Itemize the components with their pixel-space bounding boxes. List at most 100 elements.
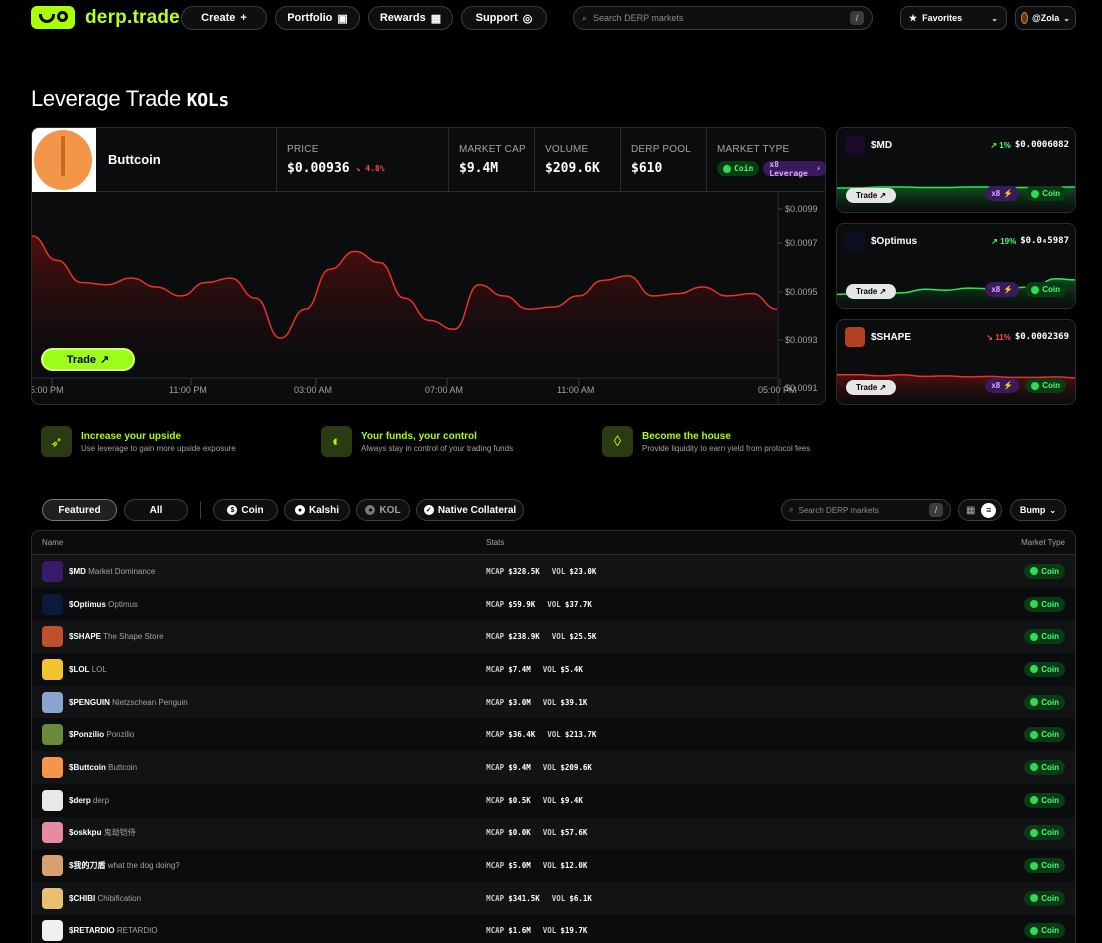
table-row[interactable]: $Buttcoin Buttcoin MCAP $9.4M VOL $209.6K Coi… bbox=[32, 751, 1075, 784]
row-type-cell: Coin bbox=[985, 563, 1075, 579]
search-input[interactable]: ⌕ Search DERP markets / bbox=[573, 6, 873, 30]
feature-house: ◊ Become the house Provide liquidity to … bbox=[602, 426, 810, 457]
filter-kol[interactable]: ● KOL bbox=[356, 499, 410, 521]
grid-view-icon[interactable]: ▦ bbox=[964, 503, 978, 517]
side-market-card[interactable]: $Optimus ↗ 19% $0.0₄5987 Trade ↗ x8 ⚡ Coin bbox=[836, 223, 1076, 309]
portfolio-button[interactable]: Portfolio ▣ bbox=[275, 6, 360, 30]
table-row[interactable]: $PENGUIN Nietzschean Penguin MCAP $3.0M VOL… bbox=[32, 685, 1075, 719]
coin-icon bbox=[1030, 894, 1039, 903]
y-tick-label: $0.0095 bbox=[785, 287, 818, 297]
coin-badge: Coin bbox=[1025, 282, 1066, 297]
user-menu[interactable]: @Zola ⌄ bbox=[1015, 6, 1076, 30]
mcap-key: MCAP bbox=[486, 730, 505, 740]
coin-badge-label: Coin bbox=[1041, 926, 1059, 936]
trade-button[interactable]: Trade ↗ bbox=[846, 380, 896, 395]
drop-icon: ◊ bbox=[602, 426, 633, 457]
coin-badge-label: Coin bbox=[1041, 697, 1059, 707]
table-row[interactable]: $MD Market Dominance MCAP $328.5K VOL $23.0K… bbox=[32, 555, 1075, 588]
row-stats-cell: MCAP $7.4M VOL $5.4K bbox=[486, 665, 985, 674]
search-icon: ⌕ bbox=[582, 12, 588, 23]
side-market-card[interactable]: $MD ↗ 1% $0.0006082 Trade ↗ x8 ⚡ Coin bbox=[836, 127, 1076, 213]
lightning-icon: ⚡ bbox=[816, 164, 821, 173]
row-type-cell: Coin bbox=[985, 596, 1075, 612]
pool-label: DERP POOL bbox=[631, 144, 691, 155]
market-full-name: Market Dominance bbox=[88, 566, 156, 576]
mcap-key: MCAP bbox=[486, 795, 505, 805]
row-type-cell: Coin bbox=[985, 858, 1075, 874]
filter-kalshi-label: Kalshi bbox=[308, 504, 339, 516]
rocket-icon: ➶ bbox=[41, 426, 72, 457]
mcap-key: MCAP bbox=[486, 828, 505, 838]
coin-badge: Coin bbox=[1024, 596, 1065, 612]
vol-key: VOL bbox=[542, 861, 557, 871]
coin-badge: Coin bbox=[1024, 825, 1065, 841]
trade-button[interactable]: Trade ↗ bbox=[846, 188, 896, 203]
coin-icon bbox=[1031, 381, 1040, 390]
table-row[interactable]: $LOL LOL MCAP $7.4M VOL $5.4K Coin bbox=[32, 653, 1075, 686]
vol-value: $12.0K bbox=[560, 861, 588, 871]
table-row[interactable]: $RETARDIO RETARDIO MCAP $1.6M VOL $19.7K Coin bbox=[32, 915, 1075, 943]
coin-icon bbox=[1030, 796, 1039, 805]
vol-key: VOL bbox=[542, 795, 557, 805]
featured-market-header: Buttcoin PRICE $0.00936 ↘ 4.8% MARKET CAP… bbox=[32, 128, 825, 192]
vol-key: VOL bbox=[542, 697, 557, 707]
feature-subtitle: Always stay in control of your trading f… bbox=[361, 443, 514, 453]
table-row[interactable]: $SHAPE The Shape Store MCAP $238.9K VOL $25.… bbox=[32, 620, 1075, 654]
table-row[interactable]: $Optimus Optimus MCAP $59.9K VOL $37.7K Coin bbox=[32, 588, 1075, 621]
leverage-badge: x8 Leverage ⚡ bbox=[763, 160, 825, 178]
coin-badge-label: Coin bbox=[1042, 189, 1060, 198]
market-image bbox=[845, 327, 865, 347]
table-row[interactable]: $Ponzilio Ponzilio MCAP $36.4K VOL $213.7K Co… bbox=[32, 718, 1075, 751]
row-name-cell: $derp derp bbox=[32, 789, 486, 811]
support-button[interactable]: Support ◎ bbox=[461, 6, 547, 30]
favorites-dropdown[interactable]: ★ Favorites ⌄ bbox=[900, 6, 1007, 30]
leverage-badge: x8 ⚡ bbox=[985, 378, 1020, 393]
vol-value: $9.4K bbox=[560, 795, 583, 805]
logo[interactable]: derp.trade bbox=[31, 6, 180, 29]
market-full-name: RETARDIO bbox=[116, 926, 158, 936]
coin-badge-label: Coin bbox=[1041, 632, 1059, 642]
coin-badge-label: Coin bbox=[734, 164, 754, 173]
list-view-icon[interactable]: ≡ bbox=[981, 502, 997, 518]
trade-button[interactable]: Trade ↗ bbox=[846, 284, 896, 299]
row-type-cell: Coin bbox=[985, 890, 1075, 906]
tab-featured[interactable]: Featured bbox=[42, 499, 117, 521]
row-stats-cell: MCAP $59.9K VOL $37.7K bbox=[486, 600, 985, 609]
feature-upside: ➶ Increase your upside Use leverage to g… bbox=[41, 426, 236, 457]
market-image bbox=[32, 128, 96, 192]
market-ticker: $Buttcoin bbox=[69, 762, 106, 772]
shield-icon: ◐ bbox=[321, 426, 352, 457]
coin-icon bbox=[1030, 632, 1039, 641]
table-row[interactable]: $CHIBI Chibification MCAP $341.5K VOL $6.1K C… bbox=[32, 881, 1075, 915]
filter-native-collateral[interactable]: ✓ Native Collateral bbox=[416, 499, 524, 521]
feature-title: Become the house bbox=[642, 430, 731, 442]
market-image bbox=[42, 658, 63, 680]
vol-value: $209.6K bbox=[560, 762, 592, 772]
rewards-button[interactable]: Rewards ▦ bbox=[368, 6, 453, 30]
side-market-card[interactable]: $SHAPE ↘ 11% $0.0002369 Trade ↗ x8 ⚡ Coin bbox=[836, 319, 1076, 405]
trade-button[interactable]: Trade ↗ bbox=[41, 348, 135, 371]
table-row[interactable]: $oskkpu 鬼劫铠侍 MCAP $0.0K VOL $57.6K Coin bbox=[32, 816, 1075, 850]
leverage-badge: x8 ⚡ bbox=[985, 282, 1020, 297]
price-value: $0.00936 bbox=[287, 161, 350, 176]
create-button[interactable]: Create + bbox=[181, 6, 267, 30]
filter-coin[interactable]: $ Coin bbox=[213, 499, 278, 521]
row-name-cell: $oskkpu 鬼劫铠侍 bbox=[32, 822, 486, 844]
create-label: Create bbox=[201, 12, 236, 24]
table-row[interactable]: $derp derp MCAP $0.5K VOL $9.4K Coin bbox=[32, 784, 1075, 817]
filter-kalshi[interactable]: ● Kalshi bbox=[284, 499, 350, 521]
table-row[interactable]: $我的刀盾 what the dog doing? MCAP $5.0M VOL $12… bbox=[32, 849, 1075, 882]
coin-badge-label: Coin bbox=[1041, 730, 1059, 740]
star-icon: ★ bbox=[909, 12, 918, 23]
market-price: $0.0006082 bbox=[1014, 140, 1069, 150]
search-icon: ⌕ bbox=[789, 505, 794, 514]
trade-button-label: Trade bbox=[855, 191, 878, 200]
market-search-input[interactable]: ⌕ Search DERP markets / bbox=[781, 499, 951, 521]
market-ticker: $CHIBI bbox=[69, 893, 96, 903]
logo-icon bbox=[31, 6, 75, 29]
price-chart[interactable]: 5:00 PM 11:00 PM 03:00 AM 07:00 AM 11:00 AM 0… bbox=[32, 192, 826, 405]
sort-dropdown[interactable]: Bump ⌄ bbox=[1010, 499, 1066, 521]
table-body: $MD Market Dominance MCAP $328.5K VOL $23.0K… bbox=[32, 555, 1075, 943]
tab-all[interactable]: All bbox=[124, 499, 188, 521]
market-name: Buttcoin bbox=[108, 152, 161, 167]
